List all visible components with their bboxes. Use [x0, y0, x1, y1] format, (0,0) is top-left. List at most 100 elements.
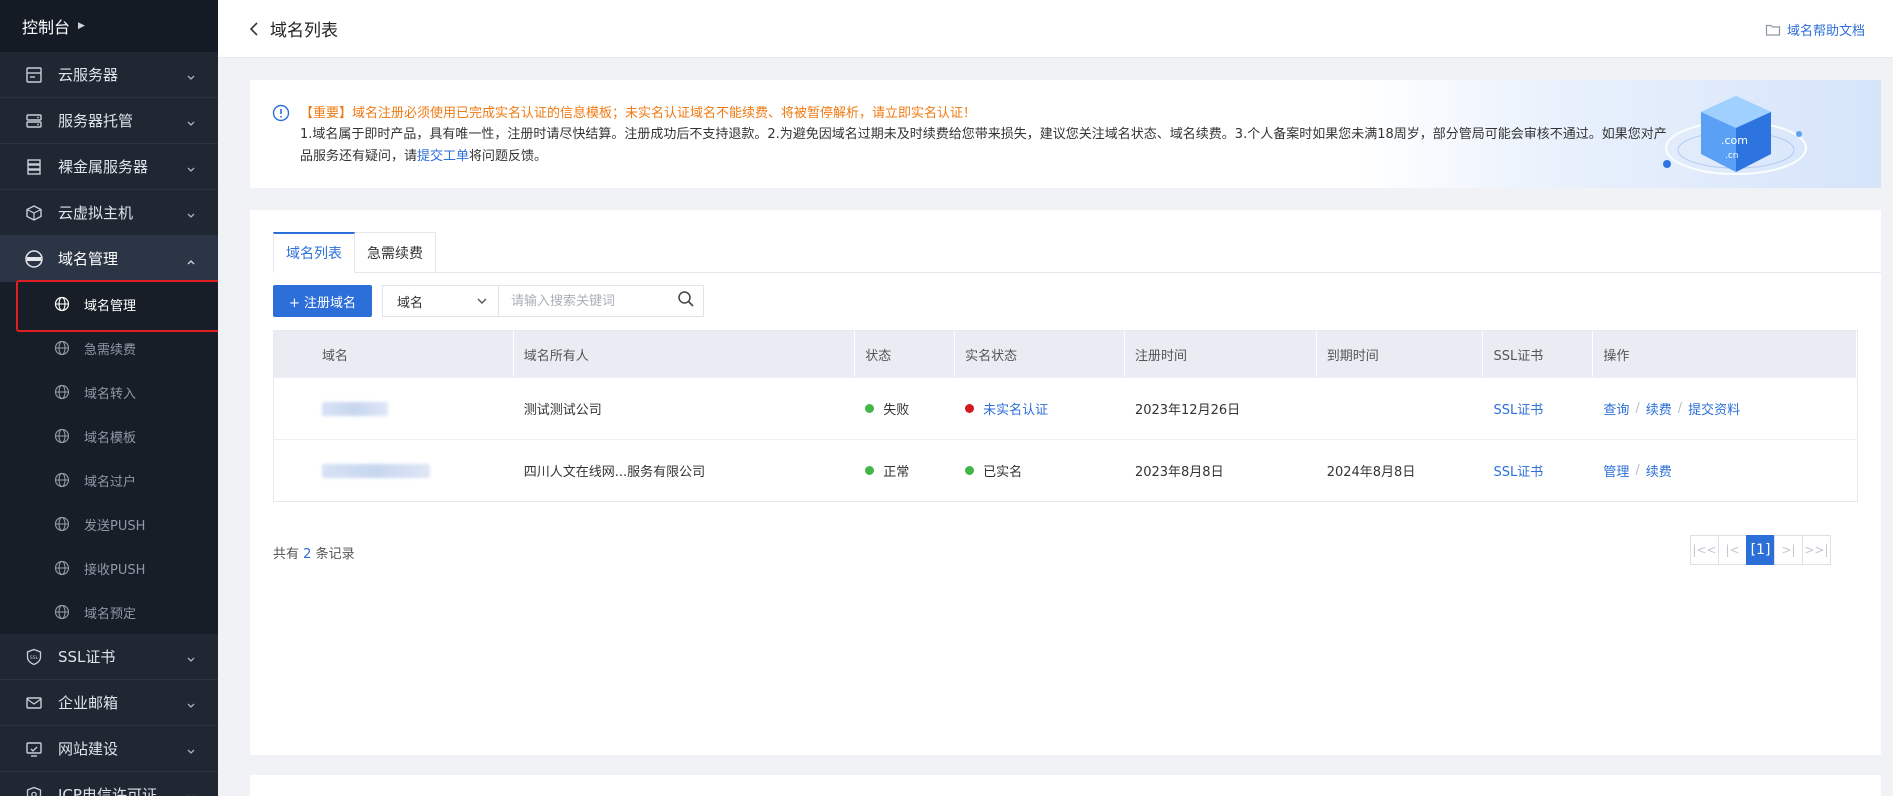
- realname-text: 已实名: [983, 465, 1023, 480]
- ssl-icon: SSL: [24, 647, 44, 667]
- realname-dot: [965, 404, 975, 413]
- domain-help-doc-link[interactable]: 域名帮助文档: [1765, 20, 1865, 39]
- chevron-down-icon: [186, 68, 196, 86]
- submenu-label: 接收PUSH: [84, 562, 146, 578]
- action-renew-link[interactable]: 续费: [1646, 461, 1672, 480]
- status-text: 正常: [883, 465, 910, 480]
- submenu-label: 域名预定: [84, 606, 137, 622]
- globe-icon: [54, 472, 70, 488]
- globe-icon: [54, 428, 70, 444]
- globe-icon: [54, 296, 70, 312]
- total-suffix: 条记录: [315, 547, 355, 562]
- license-icon: [24, 785, 44, 796]
- sidebar-item-label: 企业邮箱: [58, 694, 119, 712]
- select-value: 域名: [397, 295, 424, 311]
- domain-cube-illustration: .com .cn: [1663, 96, 1807, 175]
- ssl-link[interactable]: SSL证书: [1493, 461, 1543, 480]
- submenu-domain-template[interactable]: 域名模板: [0, 414, 218, 458]
- register-domain-button[interactable]: + 注册域名: [273, 285, 373, 317]
- globe-icon: [54, 516, 70, 532]
- action-submit-docs-link[interactable]: 提交资料: [1688, 399, 1740, 418]
- domain-cell[interactable]: [274, 378, 514, 439]
- redacted-domain: [322, 463, 430, 478]
- globe-icon: [54, 384, 70, 400]
- submenu-receive-push[interactable]: 接收PUSH: [0, 546, 218, 590]
- bottom-panel: [250, 775, 1881, 796]
- search-field-select[interactable]: 域名: [383, 286, 500, 316]
- submenu-label: 域名管理: [84, 298, 137, 314]
- help-link-label: 域名帮助文档: [1786, 24, 1865, 39]
- redacted-domain: [322, 401, 388, 416]
- globe-icon: [54, 560, 70, 576]
- status-text: 失败: [883, 403, 910, 418]
- back-arrow-icon[interactable]: [248, 21, 260, 37]
- column-header: 注册时间: [1125, 331, 1317, 377]
- action-query-link[interactable]: 查询: [1603, 399, 1629, 418]
- submenu-send-push[interactable]: 发送PUSH: [0, 502, 218, 546]
- sidebar-item-cloud-server[interactable]: 云服务器: [0, 52, 218, 98]
- prev-page-button[interactable]: |<: [1718, 535, 1747, 565]
- banner-cn-label: .cn: [1725, 151, 1739, 161]
- toolbar: + 注册域名 域名: [273, 285, 705, 317]
- submenu-domain-reservation[interactable]: 域名预定: [0, 590, 218, 634]
- sidebar-item-enterprise-mail[interactable]: 企业邮箱: [0, 680, 218, 726]
- tab-domain-list[interactable]: 域名列表: [273, 232, 355, 273]
- ssl-link[interactable]: SSL证书: [1493, 399, 1543, 418]
- banner-com-label: .com: [1721, 134, 1748, 147]
- column-header: 状态: [855, 331, 956, 377]
- search-group: 域名: [382, 285, 705, 317]
- chevron-down-icon: [186, 650, 196, 668]
- chevron-down-icon: [476, 294, 488, 309]
- sidebar-item-hosting[interactable]: 服务器托管: [0, 98, 218, 144]
- submenu-label: 急需续费: [84, 342, 137, 358]
- table-header: 域名 域名所有人 状态 实名状态 注册时间 到期时间 SSL证书 操作: [274, 331, 1857, 377]
- submenu-urgent-renewal[interactable]: 急需续费: [0, 326, 218, 370]
- status-dot: [865, 466, 875, 475]
- actions-cell: 查询 / 续费 / 提交资料: [1603, 399, 1741, 418]
- chevron-down-icon: [186, 206, 196, 224]
- sidebar-item-virtual-host[interactable]: 云虚拟主机: [0, 190, 218, 236]
- sidebar-item-domain-management[interactable]: 域名管理: [0, 236, 218, 282]
- action-renew-link[interactable]: 续费: [1646, 399, 1672, 418]
- notice-body: 1.域名属于即时产品，具有唯一性，注册时请尽快结算。注册成功后不支持退款。2.为…: [300, 124, 1670, 168]
- column-header: SSL证书: [1483, 331, 1594, 377]
- search-button[interactable]: [669, 286, 703, 316]
- tab-urgent-renewal[interactable]: 急需续费: [355, 232, 436, 273]
- sidebar-item-label: 云虚拟主机: [58, 204, 134, 222]
- console-link[interactable]: 控制台 ▶: [0, 0, 218, 52]
- submenu-domain-ownership-transfer[interactable]: 域名过户: [0, 458, 218, 502]
- realname-link[interactable]: 未实名认证: [983, 399, 1048, 418]
- ssl-cell: SSL证书: [1483, 440, 1593, 501]
- chevron-down-icon: [186, 114, 196, 132]
- sidebar-item-website-building[interactable]: 网站建设: [0, 726, 218, 772]
- status-cell: 正常: [855, 440, 955, 501]
- globe-icon: [54, 604, 70, 620]
- sidebar-item-label: 域名管理: [58, 250, 119, 268]
- submit-ticket-link[interactable]: 提交工单: [417, 149, 469, 164]
- sidebar-item-label: 网站建设: [58, 740, 119, 758]
- submenu-domain-management[interactable]: 域名管理: [0, 282, 218, 326]
- sidebar-item-icp-license[interactable]: ICP电信许可证: [0, 772, 218, 796]
- action-manage-link[interactable]: 管理: [1603, 461, 1629, 480]
- owner-cell: 测试测试公司: [523, 403, 602, 418]
- last-page-button[interactable]: >>|: [1802, 535, 1831, 565]
- column-header: 操作: [1593, 331, 1857, 377]
- sidebar-item-label: 裸金属服务器: [58, 158, 149, 176]
- bare-metal-icon: [24, 157, 44, 177]
- status-dot: [865, 404, 875, 413]
- first-page-button[interactable]: |<<: [1690, 535, 1719, 565]
- info-circle-icon: [272, 104, 290, 126]
- sidebar-item-bare-metal[interactable]: 裸金属服务器: [0, 144, 218, 190]
- exp-date-cell: [1317, 378, 1484, 439]
- current-page-button[interactable]: [1]: [1746, 535, 1775, 565]
- status-cell: 失败: [855, 378, 955, 439]
- domain-cell[interactable]: [274, 440, 514, 501]
- search-input[interactable]: [499, 286, 670, 316]
- next-page-button[interactable]: >|: [1774, 535, 1803, 565]
- globe-icon: [54, 340, 70, 356]
- cube-icon: [24, 203, 44, 223]
- domain-table: 域名 域名所有人 状态 实名状态 注册时间 到期时间 SSL证书 操作 测试测试…: [273, 330, 1858, 502]
- submenu-domain-transfer-in[interactable]: 域名转入: [0, 370, 218, 414]
- sidebar-item-ssl[interactable]: SSL SSL证书: [0, 634, 218, 680]
- sidebar-item-label: 服务器托管: [58, 112, 134, 130]
